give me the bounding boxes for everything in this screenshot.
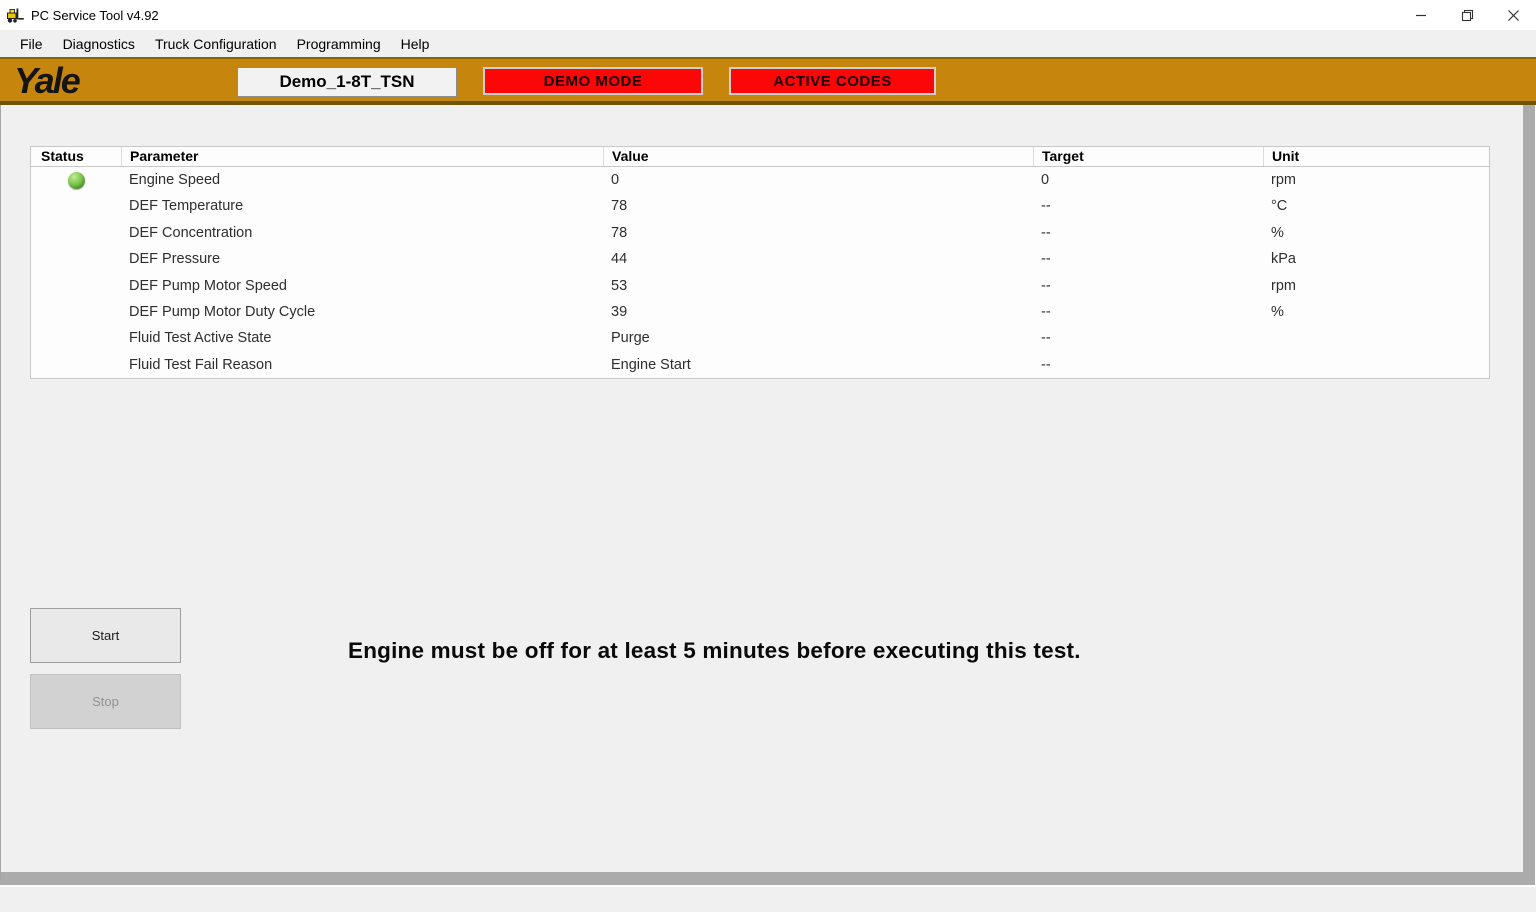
- minimize-button[interactable]: [1398, 0, 1444, 30]
- unit-cell: rpm: [1263, 167, 1489, 193]
- status-bar: [0, 886, 1536, 912]
- restore-icon: [1461, 9, 1474, 22]
- table-row[interactable]: DEF Pump Motor Speed53--rpm: [31, 272, 1489, 298]
- table-row[interactable]: Engine Speed00rpm: [31, 167, 1489, 193]
- value-cell: 39: [603, 299, 1033, 325]
- demo-mode-badge[interactable]: DEMO MODE: [483, 67, 703, 95]
- table-row[interactable]: DEF Concentration78--%: [31, 220, 1489, 246]
- table-row[interactable]: DEF Temperature78--°C: [31, 193, 1489, 219]
- table-row[interactable]: DEF Pump Motor Duty Cycle39--%: [31, 299, 1489, 325]
- status-cell: [31, 299, 121, 325]
- table-row[interactable]: Fluid Test Fail ReasonEngine Start--: [31, 352, 1489, 378]
- stop-button: Stop: [30, 674, 181, 729]
- target-cell: --: [1033, 246, 1263, 272]
- yale-logo: Yale: [14, 60, 79, 102]
- table-header-row: Status Parameter Value Target Unit: [31, 147, 1489, 167]
- column-header-value[interactable]: Value: [603, 147, 1033, 166]
- active-codes-badge[interactable]: ACTIVE CODES: [729, 67, 936, 95]
- unit-cell: %: [1263, 299, 1489, 325]
- parameter-table-body: Engine Speed00rpmDEF Temperature78--°CDE…: [31, 167, 1489, 378]
- menu-item-help[interactable]: Help: [391, 32, 440, 56]
- window-controls: [1398, 0, 1536, 30]
- target-cell: --: [1033, 193, 1263, 219]
- unit-cell: kPa: [1263, 246, 1489, 272]
- column-header-parameter[interactable]: Parameter: [121, 147, 603, 166]
- status-green-light-icon: [68, 172, 85, 189]
- value-cell: Purge: [603, 325, 1033, 351]
- status-cell: [31, 193, 121, 219]
- menu-item-file[interactable]: File: [10, 32, 53, 56]
- table-row[interactable]: Fluid Test Active StatePurge--: [31, 325, 1489, 351]
- forklift-icon: [6, 6, 26, 24]
- target-cell: --: [1033, 220, 1263, 246]
- status-cell: [31, 220, 121, 246]
- value-cell: 0: [603, 167, 1033, 193]
- minimize-icon: [1415, 9, 1427, 21]
- test-warning-message: Engine must be off for at least 5 minute…: [348, 638, 1081, 664]
- status-cell: [31, 352, 121, 378]
- status-cell: [31, 167, 121, 193]
- start-button[interactable]: Start: [30, 608, 181, 663]
- parameter-cell: DEF Pressure: [121, 246, 603, 272]
- parameter-cell: DEF Concentration: [121, 220, 603, 246]
- parameter-cell: DEF Temperature: [121, 193, 603, 219]
- menu-item-truck-configuration[interactable]: Truck Configuration: [145, 32, 287, 56]
- unit-cell: %: [1263, 220, 1489, 246]
- unit-cell: [1263, 325, 1489, 351]
- value-cell: Engine Start: [603, 352, 1033, 378]
- parameter-cell: DEF Pump Motor Speed: [121, 272, 603, 298]
- target-cell: 0: [1033, 167, 1263, 193]
- column-header-unit[interactable]: Unit: [1263, 147, 1489, 166]
- parameter-cell: DEF Pump Motor Duty Cycle: [121, 299, 603, 325]
- restore-button[interactable]: [1444, 0, 1490, 30]
- truck-model-button[interactable]: Demo_1-8T_TSN: [237, 67, 457, 97]
- value-cell: 78: [603, 193, 1033, 219]
- parameter-cell: Engine Speed: [121, 167, 603, 193]
- brand-banner: Yale Demo_1-8T_TSN DEMO MODE ACTIVE CODE…: [0, 57, 1536, 105]
- column-header-target[interactable]: Target: [1033, 147, 1263, 166]
- column-header-status[interactable]: Status: [31, 147, 121, 166]
- value-cell: 53: [603, 272, 1033, 298]
- target-cell: --: [1033, 272, 1263, 298]
- unit-cell: [1263, 352, 1489, 378]
- parameter-cell: Fluid Test Fail Reason: [121, 352, 603, 378]
- unit-cell: rpm: [1263, 272, 1489, 298]
- menu-item-programming[interactable]: Programming: [287, 32, 391, 56]
- menu-bar: FileDiagnosticsTruck ConfigurationProgra…: [0, 30, 1536, 57]
- value-cell: 78: [603, 220, 1033, 246]
- close-icon: [1507, 9, 1520, 22]
- parameter-table: Status Parameter Value Target Unit Engin…: [30, 146, 1490, 379]
- target-cell: --: [1033, 299, 1263, 325]
- status-cell: [31, 272, 121, 298]
- menu-item-diagnostics[interactable]: Diagnostics: [53, 32, 145, 56]
- target-cell: --: [1033, 352, 1263, 378]
- close-button[interactable]: [1490, 0, 1536, 30]
- title-bar: PC Service Tool v4.92: [0, 0, 1536, 30]
- value-cell: 44: [603, 246, 1033, 272]
- table-row[interactable]: DEF Pressure44--kPa: [31, 246, 1489, 272]
- parameter-cell: Fluid Test Active State: [121, 325, 603, 351]
- window-title: PC Service Tool v4.92: [31, 8, 159, 23]
- status-cell: [31, 246, 121, 272]
- unit-cell: °C: [1263, 193, 1489, 219]
- target-cell: --: [1033, 325, 1263, 351]
- status-cell: [31, 325, 121, 351]
